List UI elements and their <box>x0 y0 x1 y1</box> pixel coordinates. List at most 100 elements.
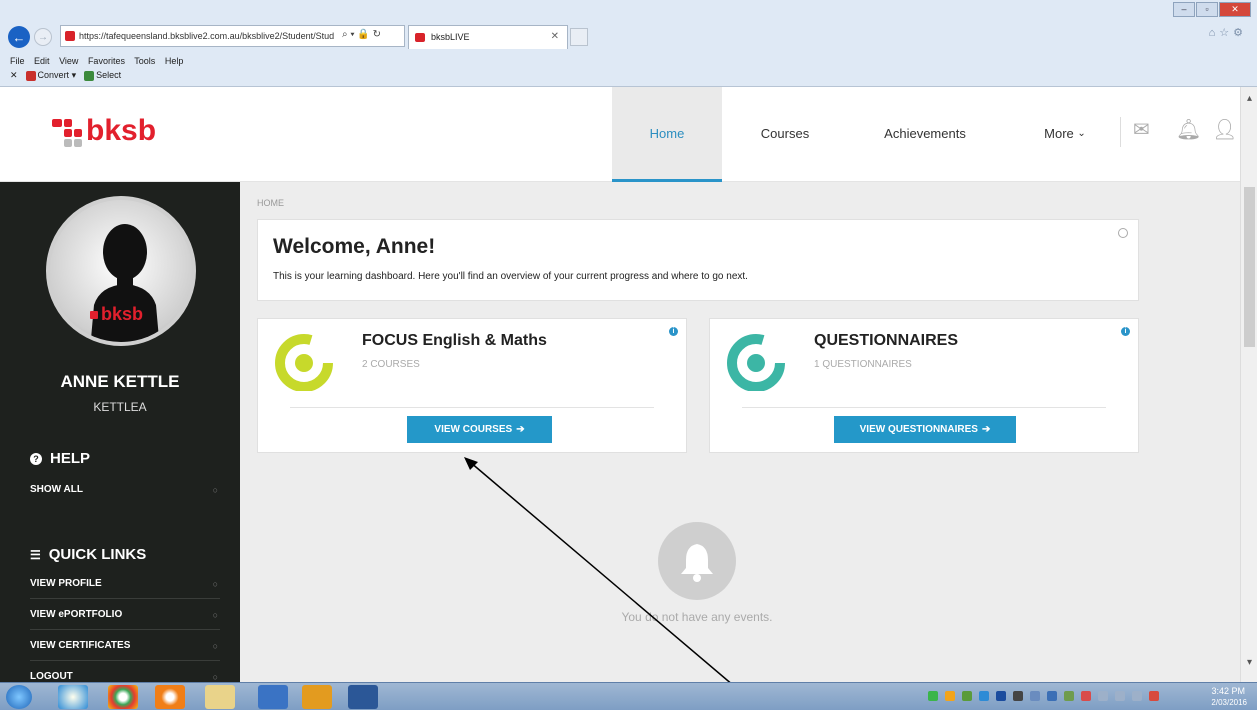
close-toolbar-icon[interactable]: ✕ <box>10 70 18 81</box>
show-all-link[interactable]: SHOW ALL ○ <box>30 475 220 505</box>
menu-file[interactable]: File <box>10 56 25 66</box>
command-bar: ✕ Convert ▾ Select <box>10 70 121 81</box>
view-courses-button[interactable]: VIEW COURSES ➔ <box>407 416 552 443</box>
card-divider <box>742 407 1106 408</box>
quick-link-view-eportfolio[interactable]: VIEW ePORTFOLIO ○ <box>30 600 220 630</box>
scroll-up-icon[interactable]: ▴ <box>1241 93 1257 104</box>
scroll-thumb[interactable] <box>1244 187 1255 347</box>
back-button[interactable]: ← <box>8 26 30 48</box>
browser-tab[interactable]: bksbLIVE ✕ <box>408 25 568 49</box>
lync-taskbar-icon[interactable] <box>258 685 288 709</box>
info-icon[interactable]: i <box>669 327 678 336</box>
chrome-taskbar-icon[interactable] <box>108 685 138 709</box>
welcome-text: This is your learning dashboard. Here yo… <box>273 271 748 282</box>
tray-icon[interactable] <box>1013 691 1023 701</box>
tray-icon[interactable] <box>1047 691 1057 701</box>
menu-edit[interactable]: Edit <box>34 56 50 66</box>
nav-courses[interactable]: Courses <box>740 87 830 179</box>
card-title: QUESTIONNAIRES <box>814 332 959 349</box>
card-subtitle: 1 QUESTIONNAIRES <box>814 359 912 370</box>
info-icon[interactable]: i <box>1121 327 1130 336</box>
logo-mark-icon <box>52 113 88 149</box>
close-window-button[interactable]: ✕ <box>1219 2 1251 17</box>
page-scrollbar[interactable]: ▴ ▾ <box>1240 87 1257 682</box>
chevron-circle-icon: ○ <box>212 485 218 495</box>
mail-icon[interactable]: ✉ <box>1133 117 1150 142</box>
nav-achievements[interactable]: Achievements <box>870 87 980 179</box>
dismiss-icon[interactable] <box>1118 228 1128 238</box>
folder-taskbar-icon[interactable] <box>205 685 235 709</box>
new-tab-button[interactable] <box>570 28 588 46</box>
tab-favicon <box>415 33 425 42</box>
progress-ring-icon <box>275 334 333 391</box>
chevron-circle-icon: ○ <box>212 579 218 589</box>
site-header: bksb Home Courses Achievements More ⌄ ✉ … <box>0 87 1240 182</box>
volume-icon[interactable] <box>1132 691 1142 701</box>
arrow-circle-icon: ➔ <box>516 424 525 435</box>
maximize-button[interactable]: ▫ <box>1196 2 1218 17</box>
user-icon[interactable]: 👤︎ <box>1212 117 1237 142</box>
quick-links-heading: ☰ QUICK LINKS <box>30 546 146 563</box>
tray-icon[interactable] <box>979 691 989 701</box>
browser-chrome: – ▫ ✕ ← → https://tafequeensland.bksbliv… <box>0 0 1257 87</box>
network-icon[interactable] <box>1115 691 1125 701</box>
bksb-logo[interactable]: bksb <box>52 113 156 149</box>
avatar[interactable]: bksb <box>46 196 196 346</box>
ie-taskbar-icon[interactable] <box>58 685 88 709</box>
flag-icon[interactable] <box>1098 691 1108 701</box>
site-favicon <box>65 31 75 41</box>
tray-icon[interactable] <box>1149 691 1159 701</box>
outlook-taskbar-icon[interactable] <box>302 685 332 709</box>
word-taskbar-icon[interactable] <box>348 685 378 709</box>
nav-more-label: More <box>1044 125 1074 141</box>
select-button[interactable]: Select <box>84 70 121 81</box>
tray-icon[interactable] <box>928 691 938 701</box>
tray-icon[interactable] <box>1064 691 1074 701</box>
card-subtitle: 2 COURSES <box>362 359 420 370</box>
scroll-down-icon[interactable]: ▾ <box>1241 657 1257 668</box>
convert-button[interactable]: Convert ▾ <box>25 70 76 81</box>
nav-more[interactable]: More ⌄ <box>1025 87 1105 179</box>
focus-courses-card: FOCUS English & Maths 2 COURSES i VIEW C… <box>257 318 687 453</box>
start-button[interactable] <box>6 685 32 709</box>
welcome-title: Welcome, Anne! <box>273 235 436 258</box>
media-player-taskbar-icon[interactable] <box>155 685 185 709</box>
forward-button[interactable]: → <box>34 28 52 46</box>
sidebar: bksb ANNE KETTLE KETTLEA ? HELP SHOW ALL… <box>0 182 240 682</box>
arrow-circle-icon: ➔ <box>981 424 991 435</box>
menu-help[interactable]: Help <box>165 56 184 66</box>
tab-close-icon[interactable]: ✕ <box>551 26 559 48</box>
address-row: ← → https://tafequeensland.bksblive2.com… <box>0 20 1257 56</box>
bell-icon[interactable]: 🔔︎ <box>1176 117 1201 142</box>
breadcrumb[interactable]: HOME <box>257 198 284 208</box>
questionnaires-card: QUESTIONNAIRES 1 QUESTIONNAIRES i VIEW Q… <box>709 318 1139 453</box>
events-bell-icon <box>658 522 736 600</box>
nav-home[interactable]: Home <box>612 87 722 182</box>
tray-icon[interactable] <box>1030 691 1040 701</box>
select-icon <box>84 70 95 81</box>
menu-tools[interactable]: Tools <box>134 56 155 66</box>
avatar-logo-text: bksb <box>101 304 144 324</box>
list-icon: ☰ <box>30 547 41 562</box>
pdf-convert-icon <box>25 70 36 81</box>
menu-favorites[interactable]: Favorites <box>88 56 125 66</box>
tray-icon[interactable] <box>1081 691 1091 701</box>
quick-link-view-certificates[interactable]: VIEW CERTIFICATES ○ <box>30 631 220 661</box>
home-favorites-settings-icons[interactable]: ⌂☆⚙ <box>1209 26 1247 39</box>
clock-date[interactable]: 2/03/2016 <box>1211 698 1247 707</box>
clock-time[interactable]: 3:42 PM <box>1211 686 1245 696</box>
chevron-circle-icon: ○ <box>212 610 218 620</box>
tray-icon[interactable] <box>996 691 1006 701</box>
tray-icon[interactable] <box>945 691 955 701</box>
quick-link-label: LOGOUT <box>30 671 73 682</box>
menu-view[interactable]: View <box>59 56 78 66</box>
address-tools[interactable]: ⌕ ▾ 🔒 ↻ <box>342 25 381 45</box>
minimize-button[interactable]: – <box>1173 2 1195 17</box>
view-questionnaires-button[interactable]: VIEW QUESTIONNAIRES ➔ <box>834 416 1016 443</box>
question-circle-icon: ? <box>30 452 42 465</box>
quick-link-view-profile[interactable]: VIEW PROFILE ○ <box>30 569 220 599</box>
show-all-label: SHOW ALL <box>30 484 83 495</box>
tray-icon[interactable] <box>962 691 972 701</box>
main-content: HOME Welcome, Anne! This is your learnin… <box>240 182 1240 682</box>
help-heading-label: HELP <box>50 450 91 467</box>
